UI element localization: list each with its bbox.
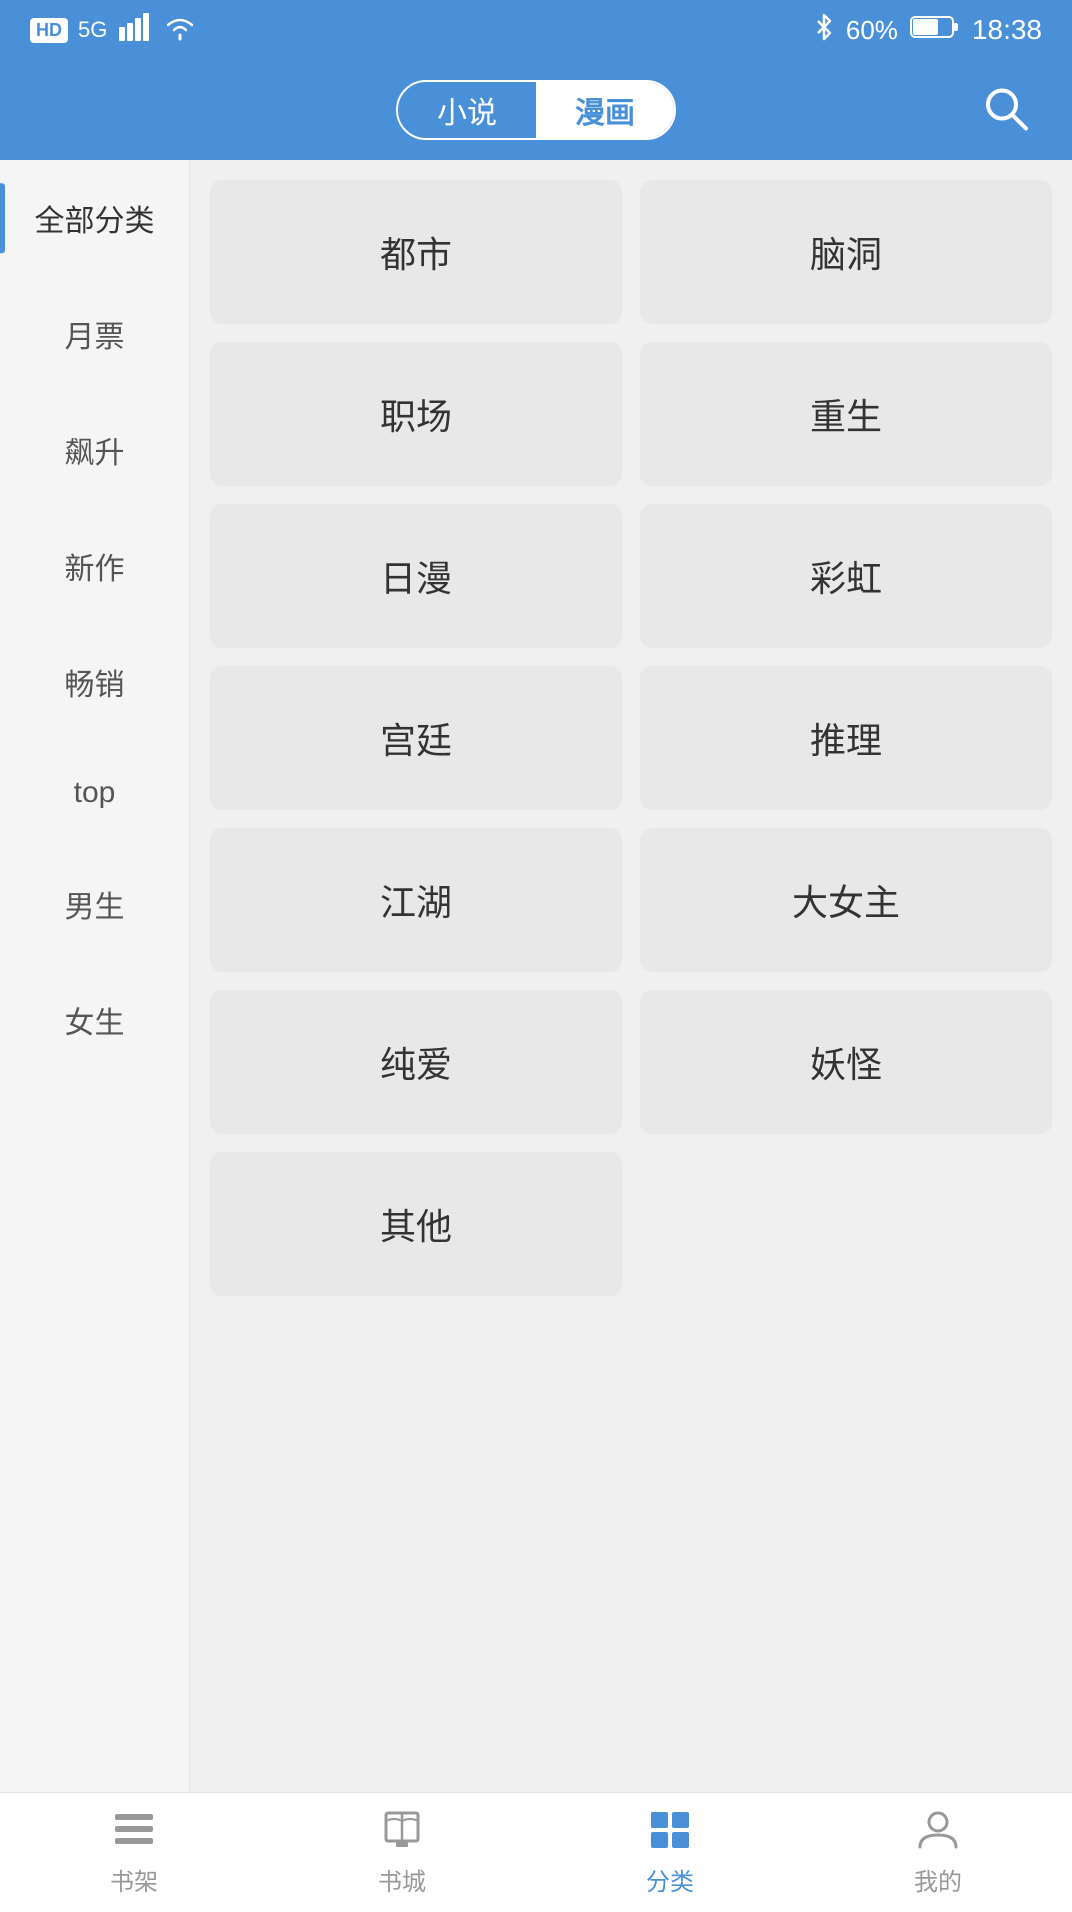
network-signal: 5G (78, 17, 107, 43)
battery-percent: 60% (846, 15, 898, 46)
bookcity-icon (380, 1809, 424, 1856)
bluetooth-icon (814, 13, 834, 48)
app-header: 小说 漫画 (0, 60, 1072, 160)
nav-mine[interactable]: 我的 (804, 1793, 1072, 1912)
category-grid: 都市 脑洞 职场 重生 日漫 彩虹 宫廷 推理 江湖 大女主 纯爱 妖怪 其他 (190, 160, 1072, 1792)
category-dushi[interactable]: 都市 (210, 180, 622, 324)
category-zhichang[interactable]: 职场 (210, 342, 622, 486)
category-caihong[interactable]: 彩虹 (640, 504, 1052, 648)
category-tuili[interactable]: 推理 (640, 666, 1052, 810)
bottom-nav: 书架 书城 分类 (0, 1792, 1072, 1912)
status-bar: HD 5G 60% (0, 0, 1072, 60)
category-danüzhu[interactable]: 大女主 (640, 828, 1052, 972)
sidebar-item-all[interactable]: 全部分类 (0, 160, 189, 276)
battery-icon (910, 14, 960, 47)
bookshelf-icon (112, 1809, 156, 1856)
category-sidebar: 全部分类 月票 飙升 新作 畅销 top 男生 女生 (0, 160, 190, 1792)
sidebar-item-female[interactable]: 女生 (0, 962, 189, 1078)
time-display: 18:38 (972, 14, 1042, 46)
signal-bars-icon (117, 13, 153, 48)
tab-novel[interactable]: 小说 (398, 82, 536, 138)
sidebar-item-new[interactable]: 新作 (0, 508, 189, 624)
category-yaoguai[interactable]: 妖怪 (640, 990, 1052, 1134)
sidebar-item-top[interactable]: top (0, 740, 189, 846)
wifi-icon (163, 13, 197, 48)
nav-bookshelf-label: 书架 (110, 1862, 158, 1897)
sidebar-item-trending[interactable]: 飙升 (0, 392, 189, 508)
category-riman[interactable]: 日漫 (210, 504, 622, 648)
category-gongting[interactable]: 宫廷 (210, 666, 622, 810)
sidebar-item-monthly[interactable]: 月票 (0, 276, 189, 392)
status-right: 60% 18:38 (814, 13, 1042, 48)
tab-manga[interactable]: 漫画 (536, 82, 674, 138)
category-qita[interactable]: 其他 (210, 1152, 622, 1296)
nav-category[interactable]: 分类 (536, 1793, 804, 1912)
category-naodong[interactable]: 脑洞 (640, 180, 1052, 324)
category-jianghu[interactable]: 江湖 (210, 828, 622, 972)
mine-icon (916, 1809, 960, 1856)
nav-category-label: 分类 (646, 1862, 694, 1897)
nav-bookshelf[interactable]: 书架 (0, 1793, 268, 1912)
sidebar-item-male[interactable]: 男生 (0, 846, 189, 962)
status-left: HD 5G (30, 13, 197, 48)
hd-badge: HD (30, 18, 68, 43)
tab-switcher: 小说 漫画 (396, 80, 676, 140)
category-chunai[interactable]: 纯爱 (210, 990, 622, 1134)
nav-bookcity-label: 书城 (378, 1862, 426, 1897)
nav-mine-label: 我的 (914, 1862, 962, 1897)
category-chongsheng[interactable]: 重生 (640, 342, 1052, 486)
main-content: 全部分类 月票 飙升 新作 畅销 top 男生 女生 都市 脑洞 职场 重生 日… (0, 160, 1072, 1792)
search-button[interactable] (980, 83, 1032, 138)
sidebar-item-bestseller[interactable]: 畅销 (0, 624, 189, 740)
nav-bookcity[interactable]: 书城 (268, 1793, 536, 1912)
category-icon (648, 1809, 692, 1856)
